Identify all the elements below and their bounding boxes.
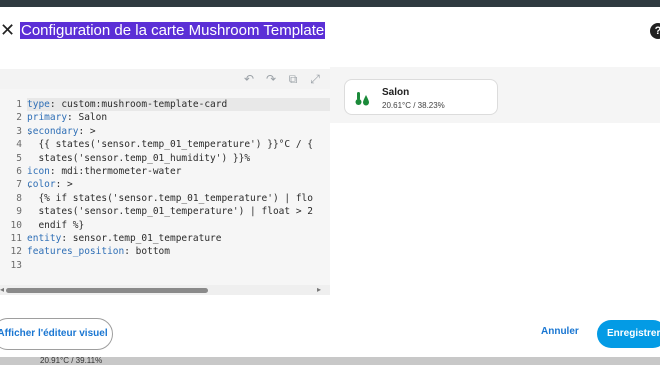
scroll-right-icon[interactable]: ▸ [317, 285, 321, 295]
yaml-value: {% if states('sensor.temp_01_temperature… [27, 192, 313, 204]
code-line[interactable]: states('sensor.temp_01_temperature') | f… [27, 205, 330, 218]
line-number: 1 [16, 99, 22, 110]
code-line[interactable]: secondary: > [27, 125, 330, 138]
editor-toolbar: ↶ ↷ ⧉ ⤢ [0, 69, 330, 89]
code-line[interactable]: endif %} [27, 219, 330, 232]
code-line[interactable]: {{ states('sensor.temp_01_temperature') … [27, 138, 330, 151]
code-line[interactable]: {% if states('sensor.temp_01_temperature… [27, 192, 330, 205]
yaml-value: : > [55, 179, 73, 191]
yaml-key: secondary [27, 125, 79, 137]
scroll-left-icon[interactable]: ◂ [0, 285, 4, 295]
thermometer-water-icon [355, 91, 371, 107]
line-number: 3 ⌄ [16, 125, 32, 137]
yaml-key: entity [27, 232, 62, 244]
code-line[interactable]: states('sensor.temp_01_humidity') }}% [27, 152, 330, 165]
line-number: 12 [10, 246, 22, 258]
line-number: 11 [10, 232, 22, 244]
dialog-title: Configuration de la carte Mushroom Templ… [20, 22, 326, 39]
card-secondary-text: 20.61°C / 38.23% [382, 101, 445, 110]
close-icon[interactable]: ✕ [0, 21, 15, 39]
line-number-gutter: 1 2 3 ⌄ 4 5 6 7 ⌄ 8 9 10 11 12 13 [0, 98, 32, 272]
line-number: 8 [16, 192, 22, 204]
scrollbar-thumb[interactable] [6, 288, 208, 293]
yaml-value: endif %} [27, 219, 85, 231]
code-line[interactable]: primary: Salon [27, 111, 330, 124]
line-number: 2 [16, 112, 22, 124]
undo-icon[interactable]: ↶ [240, 69, 258, 89]
yaml-key: color [27, 179, 56, 191]
line-number: 4 [16, 139, 22, 151]
mushroom-template-card[interactable]: Salon 20.61°C / 38.23% [344, 79, 498, 115]
card-primary-text: Salon [382, 87, 410, 98]
save-button[interactable]: Enregistrer [597, 320, 660, 348]
top-strip [0, 0, 660, 7]
line-number: 9 [16, 206, 22, 218]
code-line[interactable] [27, 259, 330, 272]
yaml-key: type [27, 99, 50, 110]
yaml-value: : Salon [67, 112, 108, 124]
line-number: 6 [16, 165, 22, 177]
yaml-value: states('sensor.temp_01_humidity') }}% [27, 152, 251, 164]
yaml-value: states('sensor.temp_01_temperature') | f… [27, 206, 313, 218]
code-line[interactable]: type: custom:mushroom-template-card [27, 98, 330, 112]
code-area[interactable]: type: custom:mushroom-template-card prima… [27, 98, 330, 272]
help-icon[interactable]: ? [650, 23, 660, 39]
line-number: 7 ⌄ [16, 179, 32, 191]
code-line[interactable]: icon: mdi:thermometer-water [27, 165, 330, 178]
yaml-key: icon [27, 165, 50, 177]
yaml-value: : sensor.temp_01_temperature [61, 232, 222, 244]
yaml-value: : bottom [124, 246, 170, 258]
code-line[interactable]: features_position: bottom [27, 245, 330, 258]
line-number: 5 [16, 152, 22, 164]
yaml-value: {{ states('sensor.temp_01_temperature') … [27, 139, 313, 151]
yaml-value: : mdi:thermometer-water [49, 165, 182, 177]
show-visual-editor-button[interactable]: Afficher l'éditeur visuel [0, 318, 113, 350]
yaml-key: features_position [27, 246, 125, 258]
yaml-code-editor[interactable]: 1 2 3 ⌄ 4 5 6 7 ⌄ 8 9 10 11 12 13 type: custom:mushroo… [0, 89, 330, 285]
background-page-peek: 20.91°C / 39.11% [0, 357, 660, 365]
line-number: 13 [10, 259, 22, 271]
fullscreen-icon[interactable]: ⤢ [306, 69, 324, 89]
yaml-key: primary [27, 112, 68, 124]
code-line[interactable]: entity: sensor.temp_01_temperature [27, 232, 330, 245]
redo-icon[interactable]: ↷ [262, 69, 280, 89]
code-line[interactable]: color: > [27, 178, 330, 191]
copy-icon[interactable]: ⧉ [284, 69, 302, 89]
cancel-button[interactable]: Annuler [541, 326, 579, 337]
horizontal-scrollbar[interactable]: ◂ ▸ [0, 285, 330, 295]
yaml-value: : custom:mushroom-template-card [49, 99, 228, 110]
yaml-value: : > [78, 125, 96, 137]
background-sensor-text: 20.91°C / 39.11% [40, 357, 103, 365]
line-number: 10 [10, 219, 22, 231]
